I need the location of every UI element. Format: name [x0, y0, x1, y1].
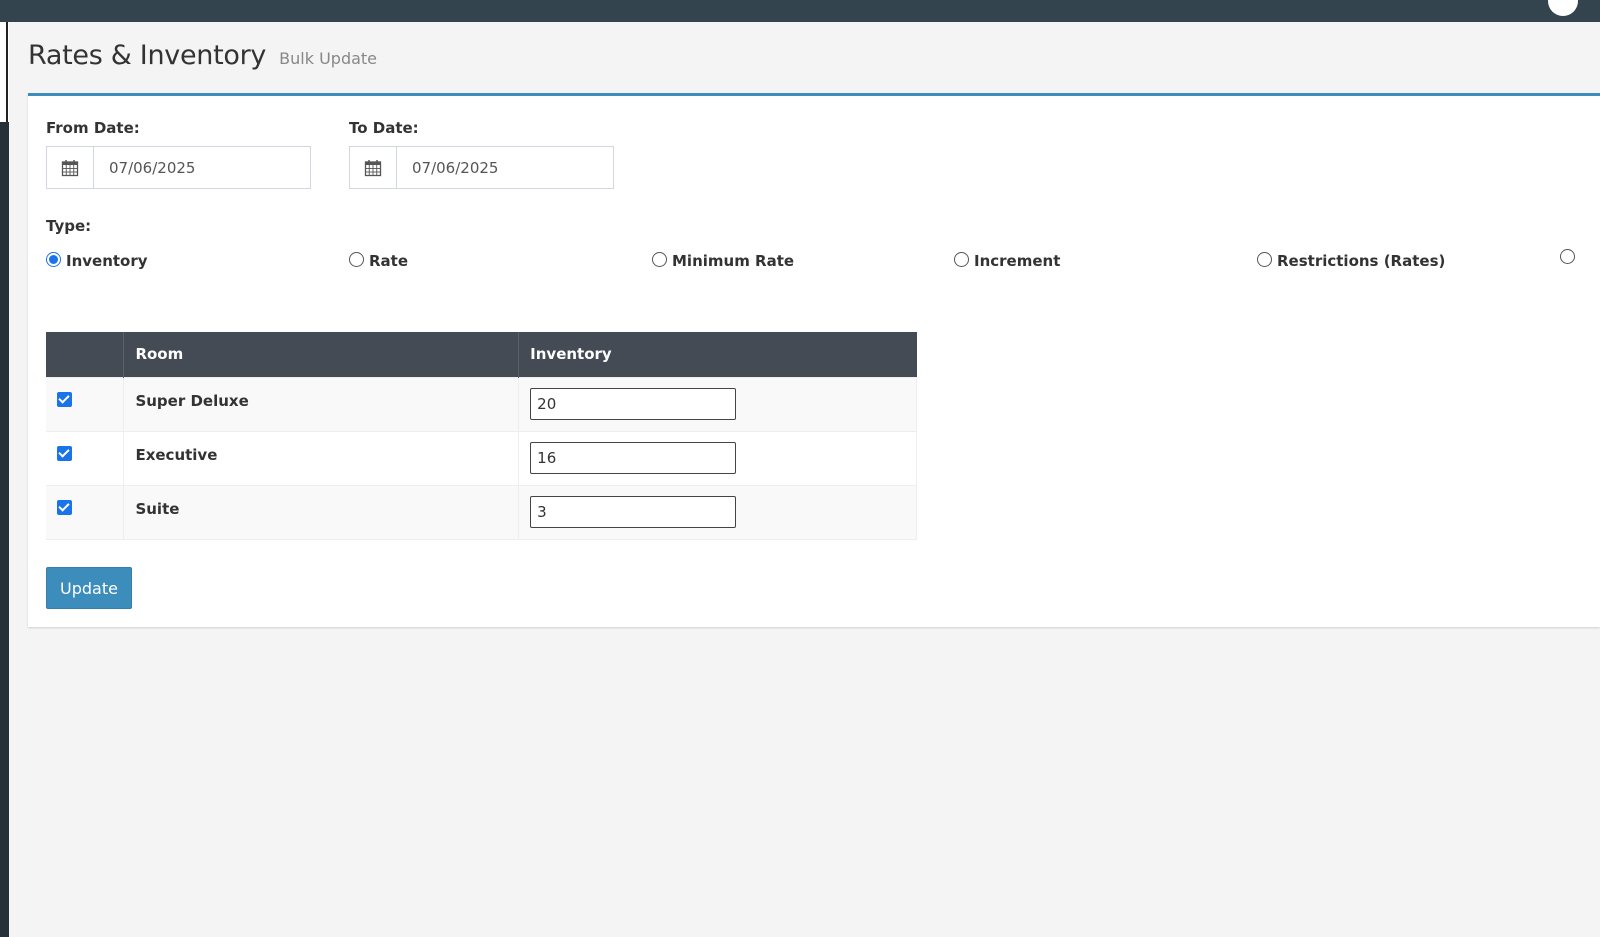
inventory-input[interactable]: [530, 388, 737, 420]
page-title: Rates & Inventory: [28, 40, 267, 71]
radio-inventory[interactable]: Inventory: [46, 251, 148, 270]
user-avatar[interactable]: [1548, 0, 1578, 16]
row-checkbox-cell: [46, 376, 125, 431]
row-checkbox-cell: [46, 484, 125, 540]
inventory-cell: [518, 376, 917, 431]
row-checkbox-cell: [46, 430, 125, 485]
room-name-cell: Suite: [123, 484, 520, 540]
room-name: Super Deluxe: [135, 392, 249, 410]
radio-minimum-rate[interactable]: Minimum Rate: [652, 251, 795, 270]
sidebar-edge-line: [6, 22, 8, 122]
room-name: Suite: [135, 500, 180, 518]
rooms-table: Room Inventory Super Deluxe Executive: [46, 332, 917, 540]
update-button[interactable]: Update: [46, 567, 132, 609]
room-name: Executive: [135, 446, 218, 464]
from-date-label: From Date:: [46, 119, 140, 137]
radio-increment-label: Increment: [974, 252, 1061, 270]
from-date-input[interactable]: [94, 147, 310, 188]
inventory-input[interactable]: [530, 496, 737, 528]
content-wrapper: Rates & Inventory Bulk Update From Date:: [9, 22, 1600, 937]
radio-minimum-rate-button[interactable]: [652, 251, 667, 267]
to-date-input[interactable]: [397, 147, 613, 188]
column-header-room: Room: [123, 332, 520, 377]
calendar-icon[interactable]: [350, 147, 397, 188]
inventory-cell: [518, 430, 917, 485]
radio-restrictions-rates-label: Restrictions (Rates): [1277, 252, 1446, 270]
radio-minimum-rate-label: Minimum Rate: [672, 252, 795, 270]
calendar-icon[interactable]: [47, 147, 94, 188]
radio-inventory-button[interactable]: [46, 251, 61, 267]
type-radio-group: Inventory Rate Minimum Rate Increment Re…: [28, 249, 1600, 276]
radio-restrictions-rates-button[interactable]: [1257, 251, 1272, 267]
bulk-update-box: From Date: To Date:: [28, 93, 1600, 627]
table-header-row: Room Inventory: [46, 332, 917, 377]
to-date-group: [349, 146, 614, 189]
radio-next-partial-button[interactable]: [1560, 249, 1575, 264]
column-header-select: [46, 332, 125, 377]
sidebar-edge: [0, 22, 9, 937]
radio-rate-label: Rate: [369, 252, 409, 270]
inventory-input[interactable]: [530, 442, 737, 474]
row-checkbox[interactable]: [57, 391, 72, 407]
radio-inventory-label: Inventory: [66, 252, 148, 270]
from-date-group: [46, 146, 311, 189]
page-subtitle: Bulk Update: [279, 49, 378, 68]
table-row: Executive: [46, 430, 917, 485]
column-header-inventory: Inventory: [518, 332, 917, 377]
radio-increment[interactable]: Increment: [954, 251, 1061, 270]
row-checkbox[interactable]: [57, 499, 72, 515]
table-row: Super Deluxe: [46, 376, 917, 431]
to-date-label: To Date:: [349, 119, 419, 137]
room-name-cell: Super Deluxe: [123, 376, 520, 431]
top-navbar: [0, 0, 1600, 22]
room-name-cell: Executive: [123, 430, 520, 485]
row-checkbox[interactable]: [57, 445, 72, 461]
radio-rate[interactable]: Rate: [349, 251, 409, 270]
inventory-cell: [518, 484, 917, 540]
radio-increment-button[interactable]: [954, 251, 969, 267]
radio-restrictions-rates[interactable]: Restrictions (Rates): [1257, 251, 1446, 270]
table-row: Suite: [46, 484, 917, 540]
page-header: Rates & Inventory Bulk Update: [28, 40, 377, 71]
radio-rate-button[interactable]: [349, 251, 364, 267]
type-label: Type:: [46, 217, 92, 235]
